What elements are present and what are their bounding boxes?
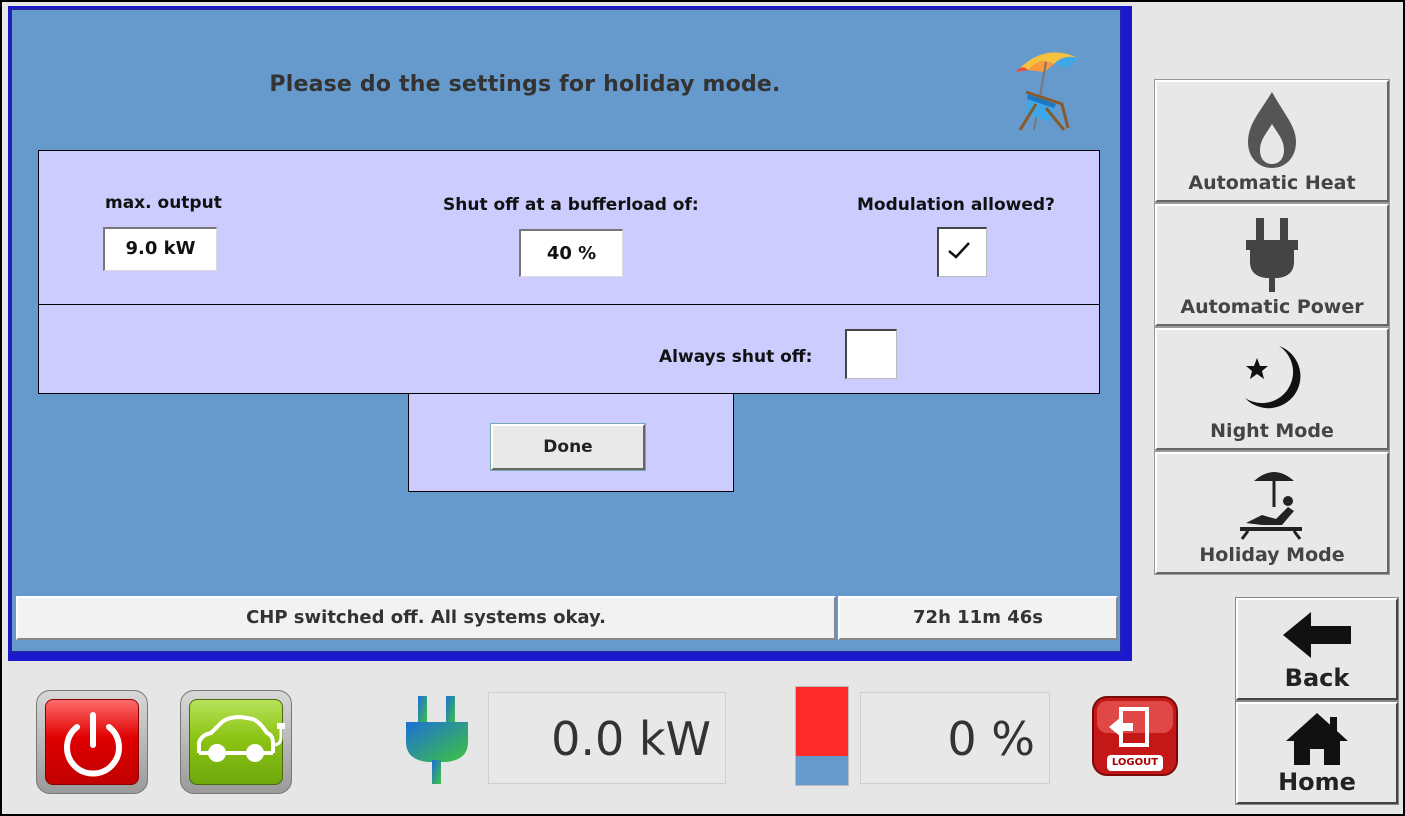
status-timer: 72h 11m 46s: [838, 596, 1118, 640]
modulation-allowed-checkbox[interactable]: [937, 227, 987, 277]
buffer-level-gauge: [795, 686, 849, 786]
power-icon: [64, 712, 122, 777]
home-icon: [1286, 713, 1348, 765]
back-button[interactable]: Back: [1235, 597, 1399, 701]
shutoff-bufferload-label: Shut off at a bufferload of:: [443, 195, 699, 215]
max-output-field[interactable]: 9.0 kW: [103, 227, 217, 271]
arrow-left-icon: [1283, 612, 1351, 658]
power-button[interactable]: [36, 690, 148, 794]
buffer-level-fill: [796, 687, 848, 756]
electric-car-icon: [197, 714, 285, 762]
shutoff-bufferload-field[interactable]: 40 %: [519, 229, 623, 277]
flame-icon: [1248, 92, 1296, 168]
moon-star-icon: [1245, 346, 1301, 409]
done-panel: Done: [408, 394, 734, 492]
back-label: Back: [1284, 664, 1350, 692]
power-readout: 0.0 kW: [488, 692, 726, 784]
app-frame: Please do the settings for holiday mode.…: [0, 0, 1405, 816]
buffer-readout: 0 %: [860, 692, 1050, 784]
plug-icon: [1246, 218, 1298, 292]
settings-divider: [39, 304, 1099, 305]
mode-automatic-heat-button[interactable]: Automatic Heat: [1154, 79, 1390, 203]
always-shut-off-label: Always shut off:: [659, 347, 813, 367]
mode-holiday-button[interactable]: Holiday Mode: [1154, 451, 1390, 575]
max-output-label: max. output: [105, 193, 222, 213]
home-label: Home: [1278, 768, 1356, 796]
beach-chair-umbrella-icon: [1016, 52, 1078, 131]
mode-label: Night Mode: [1210, 420, 1334, 442]
mode-automatic-power-button[interactable]: Automatic Power: [1154, 203, 1390, 327]
power-plug-gradient-icon: [406, 696, 468, 784]
beach-lounger-icon: [1240, 472, 1302, 540]
logout-button[interactable]: LOGOUT: [1091, 695, 1179, 777]
mode-label: Holiday Mode: [1199, 544, 1345, 566]
always-shut-off-checkbox[interactable]: [845, 329, 897, 379]
mode-label: Automatic Power: [1180, 296, 1364, 318]
mode-label: Automatic Heat: [1188, 172, 1356, 194]
main-panel: Please do the settings for holiday mode.…: [8, 6, 1132, 661]
home-button[interactable]: Home: [1235, 701, 1399, 805]
page-title: Please do the settings for holiday mode.: [269, 72, 781, 97]
status-message: CHP switched off. All systems okay.: [16, 596, 836, 640]
logout-label: LOGOUT: [1111, 757, 1159, 768]
modulation-allowed-label: Modulation allowed?: [857, 195, 1055, 215]
holiday-settings-panel: max. output 9.0 kW Shut off at a bufferl…: [38, 150, 1100, 394]
done-button[interactable]: Done: [490, 423, 646, 471]
checkmark-icon: [948, 242, 970, 259]
mode-night-button[interactable]: Night Mode: [1154, 327, 1390, 451]
electric-car-button[interactable]: [180, 690, 292, 794]
